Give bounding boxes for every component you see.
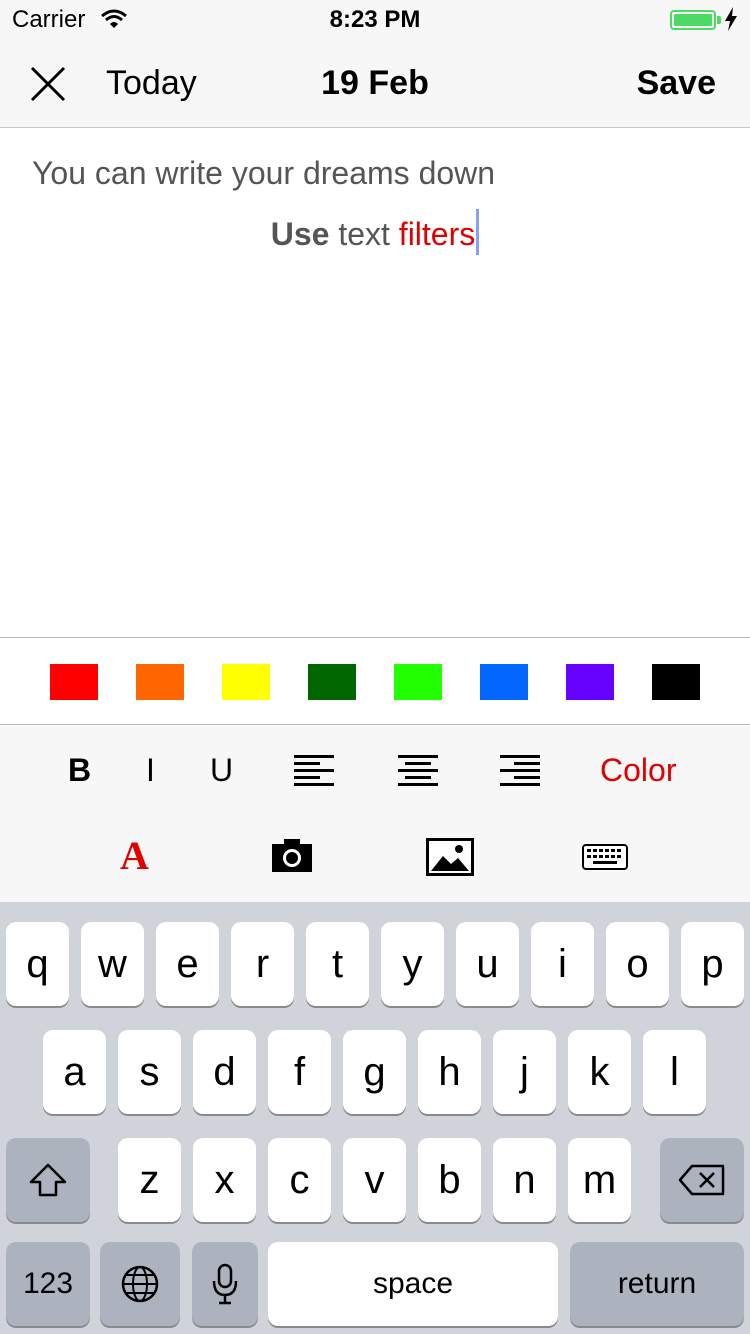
editor-line-2: Use text filters <box>32 209 718 255</box>
key-i[interactable]: i <box>531 922 594 1006</box>
color-swatch[interactable] <box>394 664 442 700</box>
key-w[interactable]: w <box>81 922 144 1006</box>
keyboard: 123 space return qwertyuiop asdfghjkl zxcv… <box>0 902 750 1334</box>
nav-bar: Today 19 Feb Save <box>0 40 750 128</box>
bold-button[interactable]: B <box>68 752 91 789</box>
key-y[interactable]: y <box>381 922 444 1006</box>
delete-key[interactable] <box>660 1138 744 1222</box>
key-d[interactable]: d <box>193 1030 256 1114</box>
color-palette <box>0 637 750 725</box>
red-text-run: filters <box>398 216 476 252</box>
camera-icon[interactable] <box>270 838 314 874</box>
microphone-icon <box>212 1263 238 1305</box>
close-button[interactable] <box>24 60 72 108</box>
battery-tip <box>717 16 721 24</box>
globe-icon <box>121 1265 159 1303</box>
color-swatch[interactable] <box>136 664 184 700</box>
key-x[interactable]: x <box>193 1138 256 1222</box>
text-caret <box>476 209 480 255</box>
color-swatch[interactable] <box>50 664 98 700</box>
format-toolbar: B I U Color A <box>0 726 750 902</box>
today-button[interactable]: Today <box>106 64 197 103</box>
plain-text-run: text <box>329 216 399 252</box>
key-s[interactable]: s <box>118 1030 181 1114</box>
key-u[interactable]: u <box>456 922 519 1006</box>
key-v[interactable]: v <box>343 1138 406 1222</box>
align-center-icon[interactable] <box>398 754 438 786</box>
charging-icon <box>724 6 738 38</box>
align-left-icon[interactable] <box>294 754 334 786</box>
key-h[interactable]: h <box>418 1030 481 1114</box>
key-f[interactable]: f <box>268 1030 331 1114</box>
key-q[interactable]: q <box>6 922 69 1006</box>
key-g[interactable]: g <box>343 1030 406 1114</box>
key-e[interactable]: e <box>156 922 219 1006</box>
key-p[interactable]: p <box>681 922 744 1006</box>
globe-key[interactable] <box>100 1242 180 1326</box>
key-r[interactable]: r <box>231 922 294 1006</box>
photo-icon[interactable] <box>426 838 474 876</box>
shift-key[interactable] <box>6 1138 90 1222</box>
space-key[interactable]: space <box>268 1242 558 1326</box>
key-o[interactable]: o <box>606 922 669 1006</box>
color-swatch[interactable] <box>222 664 270 700</box>
key-a[interactable]: a <box>43 1030 106 1114</box>
color-swatch[interactable] <box>652 664 700 700</box>
shift-icon <box>29 1163 67 1197</box>
backspace-icon <box>678 1164 725 1196</box>
key-m[interactable]: m <box>568 1138 631 1222</box>
color-swatch[interactable] <box>308 664 356 700</box>
battery-icon <box>670 10 716 30</box>
status-bar: Carrier 8:23 PM <box>0 0 750 40</box>
key-k[interactable]: k <box>568 1030 631 1114</box>
color-swatch[interactable] <box>480 664 528 700</box>
keyboard-icon[interactable] <box>582 844 628 870</box>
color-button[interactable]: Color <box>600 752 676 789</box>
font-color-icon[interactable]: A <box>120 832 149 879</box>
bold-text-run: Use <box>270 216 330 252</box>
key-z[interactable]: z <box>118 1138 181 1222</box>
battery-fill <box>674 14 712 26</box>
key-n[interactable]: n <box>493 1138 556 1222</box>
dream-text-editor[interactable]: You can write your dreams down Use text … <box>0 129 750 637</box>
save-button[interactable]: Save <box>637 64 716 103</box>
key-j[interactable]: j <box>493 1030 556 1114</box>
align-right-icon[interactable] <box>500 754 540 786</box>
key-c[interactable]: c <box>268 1138 331 1222</box>
italic-button[interactable]: I <box>146 752 155 789</box>
editor-line-1: You can write your dreams down <box>32 155 496 191</box>
underline-button[interactable]: U <box>210 752 233 789</box>
key-b[interactable]: b <box>418 1138 481 1222</box>
return-key[interactable]: return <box>570 1242 744 1326</box>
microphone-key[interactable] <box>192 1242 258 1326</box>
numbers-key[interactable]: 123 <box>6 1242 90 1326</box>
status-time: 8:23 PM <box>329 6 421 33</box>
color-swatch[interactable] <box>566 664 614 700</box>
close-icon <box>30 66 66 102</box>
key-l[interactable]: l <box>643 1030 706 1114</box>
key-t[interactable]: t <box>306 922 369 1006</box>
